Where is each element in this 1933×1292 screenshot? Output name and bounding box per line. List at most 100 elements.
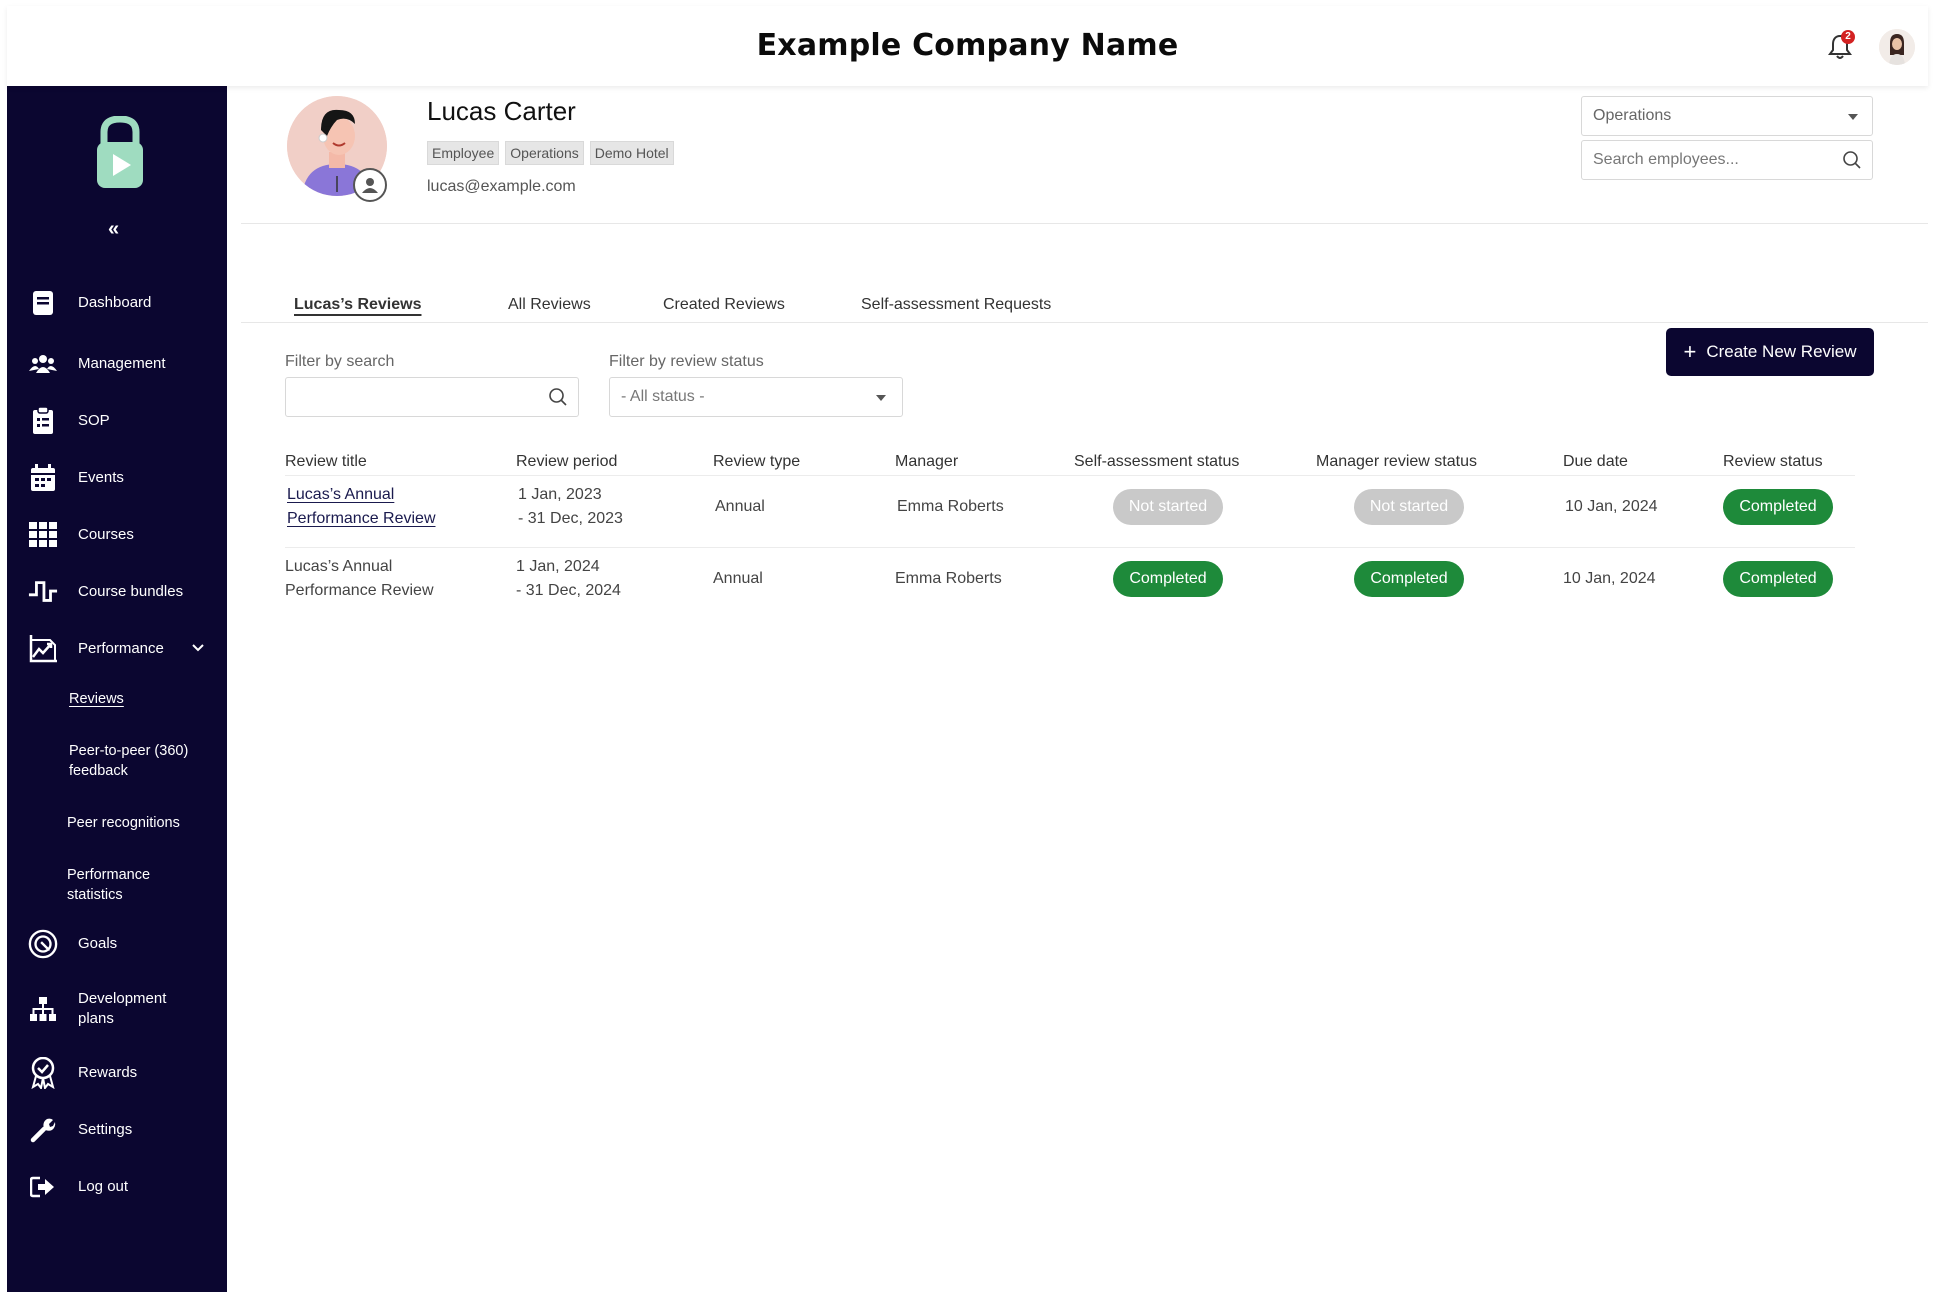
divider bbox=[241, 223, 1928, 224]
department-select[interactable]: Operations bbox=[1581, 96, 1873, 136]
manager-review-status-badge: Completed bbox=[1354, 561, 1464, 597]
tab-created-reviews[interactable]: Created Reviews bbox=[663, 296, 861, 314]
review-status-badge: Completed bbox=[1723, 561, 1833, 597]
role-tag: Employee bbox=[427, 141, 500, 165]
employee-search-input[interactable]: Search employees... bbox=[1581, 140, 1873, 180]
plus-icon: + bbox=[1683, 339, 1697, 364]
divider bbox=[285, 475, 1855, 476]
tab-self-assessment-requests[interactable]: Self-assessment Requests bbox=[861, 296, 1051, 314]
target-icon bbox=[28, 929, 58, 959]
sidebar-item-events[interactable]: Events bbox=[7, 458, 227, 498]
column-header-type[interactable]: Review type bbox=[713, 453, 800, 471]
sidebar-item-management[interactable]: Management bbox=[7, 344, 227, 384]
top-bar: Example Company Name 2 bbox=[7, 6, 1928, 86]
employee-search-placeholder: Search employees... bbox=[1593, 151, 1739, 168]
sidebar-item-label: Goals bbox=[78, 935, 118, 952]
sidebar-sub-performance-statistics[interactable]: Performance statistics bbox=[67, 865, 187, 905]
column-header-title[interactable]: Review title bbox=[285, 453, 367, 471]
sidebar-item-performance[interactable]: Performance bbox=[7, 629, 227, 669]
sidebar-item-label: Settings bbox=[78, 1121, 133, 1138]
sidebar: « Dashboard Management SOP Events Course… bbox=[7, 86, 227, 1292]
sidebar-sub-peer-feedback[interactable]: Peer-to-peer (360) feedback bbox=[69, 741, 219, 781]
user-avatar[interactable] bbox=[1879, 29, 1915, 65]
review-title[interactable]: Performance Review bbox=[285, 579, 434, 603]
sidebar-item-rewards[interactable]: Rewards bbox=[7, 1053, 227, 1093]
sidebar-item-label: Events bbox=[78, 469, 124, 486]
review-title-link[interactable]: Performance Review bbox=[287, 507, 436, 531]
sidebar-item-label: SOP bbox=[78, 412, 110, 429]
sidebar-item-sop[interactable]: SOP bbox=[7, 401, 227, 441]
review-type: Annual bbox=[713, 570, 763, 587]
column-header-period[interactable]: Review period bbox=[516, 453, 617, 471]
divider bbox=[285, 547, 1855, 548]
sidebar-item-label: Course bundles bbox=[78, 583, 184, 600]
filter-status-label: Filter by review status bbox=[609, 353, 764, 370]
sidebar-sub-peer-recognitions[interactable]: Peer recognitions bbox=[67, 813, 180, 833]
filter-search-label: Filter by search bbox=[285, 353, 395, 370]
dashboard-icon bbox=[28, 288, 58, 318]
chart-icon bbox=[28, 634, 58, 664]
manager-name: Emma Roberts bbox=[895, 570, 1002, 587]
filter-status-select[interactable]: - All status - bbox=[609, 377, 903, 417]
sidebar-item-courses[interactable]: Courses bbox=[7, 515, 227, 555]
review-title-link[interactable]: Lucas’s Annual bbox=[287, 483, 394, 507]
column-header-manager[interactable]: Manager bbox=[895, 453, 958, 471]
sidebar-item-development-plans[interactable]: Development plans bbox=[7, 987, 227, 1031]
manager-name: Emma Roberts bbox=[897, 498, 1004, 515]
notification-badge: 2 bbox=[1841, 30, 1855, 44]
search-icon[interactable] bbox=[548, 387, 568, 407]
change-avatar-icon[interactable] bbox=[353, 168, 387, 202]
chevron-down-icon[interactable] bbox=[191, 641, 205, 655]
manager-review-status-badge: Not started bbox=[1354, 489, 1464, 525]
sidebar-item-course-bundles[interactable]: Course bundles bbox=[7, 572, 227, 612]
department-select-value: Operations bbox=[1593, 107, 1672, 124]
company-name: Example Company Name bbox=[756, 28, 1179, 63]
hierarchy-icon bbox=[28, 994, 58, 1024]
sidebar-item-label: Rewards bbox=[78, 1064, 138, 1081]
review-title[interactable]: Lucas’s Annual bbox=[285, 555, 392, 579]
grid-icon bbox=[28, 520, 58, 550]
sidebar-item-label: Log out bbox=[78, 1178, 129, 1195]
sidebar-item-label: Development plans bbox=[78, 990, 167, 1027]
sidebar-item-label: Management bbox=[78, 355, 166, 372]
review-type: Annual bbox=[715, 498, 765, 515]
wrench-icon bbox=[28, 1115, 58, 1145]
filter-status-value: - All status - bbox=[621, 388, 705, 405]
employee-email: lucas@example.com bbox=[427, 178, 576, 195]
sidebar-item-goals[interactable]: Goals bbox=[7, 924, 227, 964]
caret-down-icon bbox=[1848, 114, 1858, 120]
sidebar-item-settings[interactable]: Settings bbox=[7, 1110, 227, 1150]
employee-tags: Employee Operations Demo Hotel bbox=[427, 141, 674, 165]
review-period-end: - 31 Dec, 2024 bbox=[516, 582, 621, 599]
column-header-review-status[interactable]: Review status bbox=[1723, 453, 1823, 471]
sidebar-item-logout[interactable]: Log out bbox=[7, 1167, 227, 1207]
review-period-end: - 31 Dec, 2023 bbox=[518, 510, 623, 527]
people-icon bbox=[28, 349, 58, 379]
tab-all-reviews[interactable]: All Reviews bbox=[508, 296, 663, 314]
bundle-icon bbox=[28, 577, 58, 607]
tab-my-reviews[interactable]: Lucas’s Reviews bbox=[294, 296, 508, 314]
divider bbox=[241, 322, 1928, 323]
column-header-due-date[interactable]: Due date bbox=[1563, 453, 1628, 471]
sidebar-sub-reviews[interactable]: Reviews bbox=[69, 689, 124, 709]
review-period-start: 1 Jan, 2024 bbox=[516, 558, 600, 575]
collapse-sidebar-icon[interactable]: « bbox=[108, 218, 119, 241]
self-assessment-status-badge: Not started bbox=[1113, 489, 1223, 525]
create-new-review-button[interactable]: + Create New Review bbox=[1666, 328, 1874, 376]
app-logo bbox=[97, 116, 143, 188]
department-tag: Operations bbox=[505, 141, 584, 165]
create-new-review-label: Create New Review bbox=[1706, 342, 1857, 361]
sidebar-item-dashboard[interactable]: Dashboard bbox=[7, 283, 227, 323]
search-icon[interactable] bbox=[1842, 150, 1862, 170]
app-frame: Example Company Name 2 « Dashboard Manag… bbox=[7, 6, 1928, 1292]
self-assessment-status-badge: Completed bbox=[1113, 561, 1223, 597]
column-header-self-assessment-status[interactable]: Self-assessment status bbox=[1074, 453, 1239, 471]
review-tabs: Lucas’s Reviews All Reviews Created Revi… bbox=[294, 296, 1051, 314]
filter-search-input[interactable] bbox=[285, 377, 579, 417]
sidebar-item-label: Courses bbox=[78, 526, 134, 543]
caret-down-icon bbox=[876, 395, 886, 401]
clipboard-icon bbox=[28, 406, 58, 436]
review-status-badge: Completed bbox=[1723, 489, 1833, 525]
column-header-manager-review-status[interactable]: Manager review status bbox=[1316, 453, 1477, 471]
main-content: Lucas Carter Employee Operations Demo Ho… bbox=[227, 86, 1928, 1292]
